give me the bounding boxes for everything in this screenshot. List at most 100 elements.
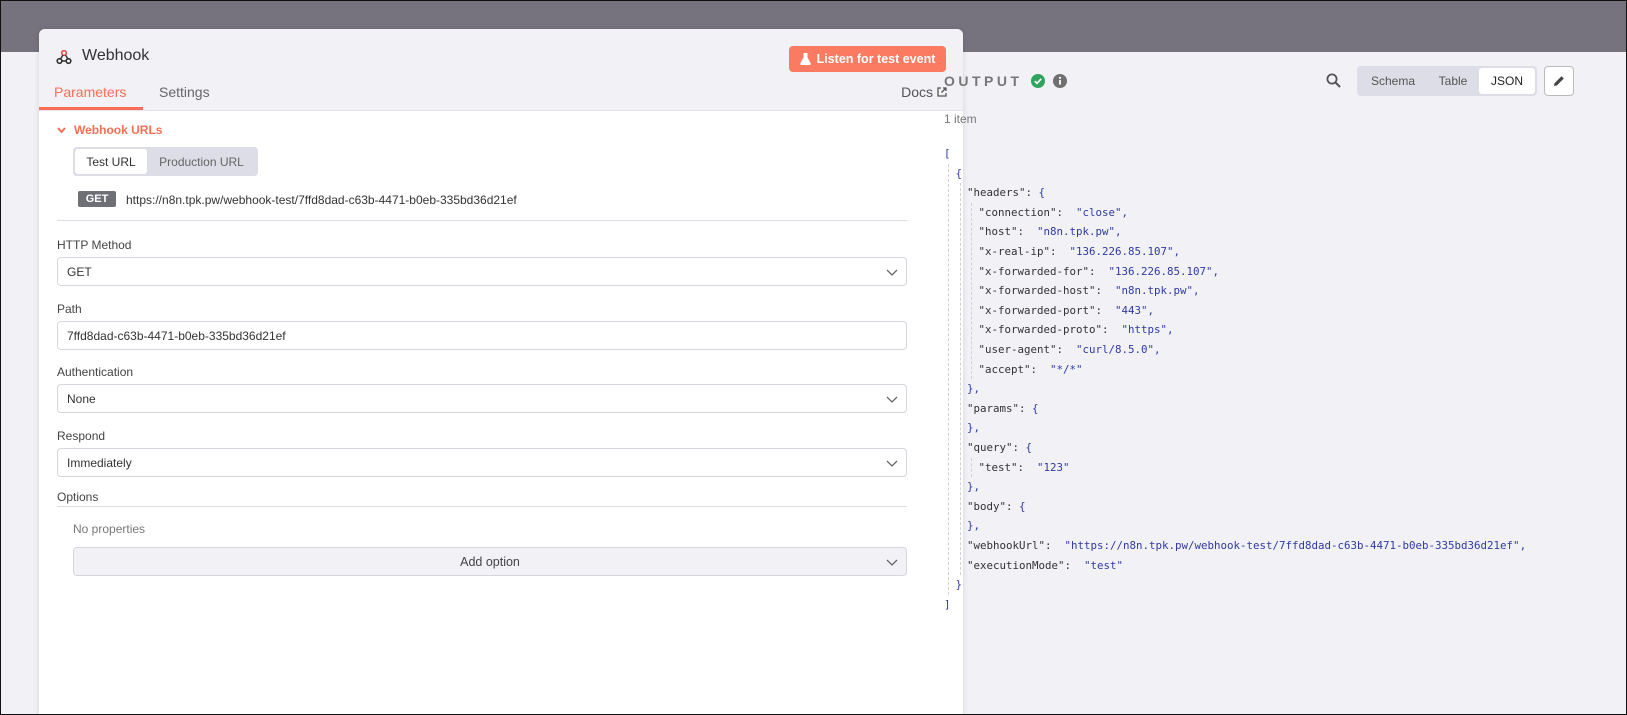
json-line: "query": { bbox=[967, 438, 1032, 458]
json-value: "443" bbox=[1115, 303, 1148, 317]
output-title: OUTPUT bbox=[944, 73, 1023, 89]
json-punctuation: , bbox=[1212, 264, 1220, 278]
divider bbox=[57, 220, 907, 221]
webhook-icon bbox=[56, 49, 72, 65]
json-punctuation: } bbox=[955, 578, 963, 592]
chevron-down-icon bbox=[886, 559, 898, 566]
chevron-down-icon bbox=[886, 460, 898, 467]
test-url-option[interactable]: Test URL bbox=[75, 149, 147, 174]
json-value: "*/*" bbox=[1050, 362, 1083, 376]
json-line: "x-real-ip": "136.226.85.107", bbox=[979, 242, 1181, 262]
view-schema-option[interactable]: Schema bbox=[1359, 68, 1427, 94]
json-line: }, bbox=[967, 379, 980, 399]
view-table-option[interactable]: Table bbox=[1427, 68, 1479, 94]
json-colon: : bbox=[1045, 539, 1065, 552]
method-badge: GET bbox=[78, 191, 116, 207]
json-line: }, bbox=[967, 418, 980, 438]
json-value: "n8n.tpk.pw" bbox=[1115, 284, 1194, 298]
json-colon: : bbox=[1017, 460, 1038, 474]
json-key: "headers" bbox=[967, 186, 1026, 200]
json-key: "body" bbox=[967, 499, 1007, 513]
no-properties-text: No properties bbox=[73, 522, 146, 536]
json-punctuation: { bbox=[1038, 186, 1046, 200]
json-key: "webhookUrl" bbox=[967, 539, 1046, 552]
app-window: Webhook Listen for test event Parameters… bbox=[0, 0, 1627, 715]
respond-select[interactable]: Immediately bbox=[57, 448, 907, 477]
respond-label: Respond bbox=[57, 429, 106, 443]
json-key: "host" bbox=[978, 225, 1018, 239]
json-line: "x-forwarded-for": "136.226.85.107", bbox=[979, 262, 1220, 282]
respond-value: Immediately bbox=[67, 455, 132, 470]
json-key: "connection" bbox=[978, 205, 1057, 219]
http-method-label: HTTP Method bbox=[57, 238, 132, 252]
item-count: 1 item bbox=[944, 112, 977, 126]
authentication-value: None bbox=[67, 391, 96, 406]
edit-output-button[interactable] bbox=[1544, 66, 1574, 96]
json-punctuation: , bbox=[1519, 539, 1527, 552]
json-value: "136.226.85.107" bbox=[1069, 245, 1174, 258]
json-colon: : bbox=[1089, 264, 1109, 278]
add-option-label: Add option bbox=[460, 554, 520, 569]
docs-link[interactable]: Docs bbox=[901, 84, 947, 100]
webhook-urls-label: Webhook URLs bbox=[74, 123, 163, 137]
webhook-urls-toggle[interactable]: Webhook URLs bbox=[57, 123, 162, 137]
tab-parameters[interactable]: Parameters bbox=[54, 84, 126, 100]
json-colon: : bbox=[1095, 303, 1116, 317]
search-icon[interactable] bbox=[1326, 73, 1341, 88]
json-colon: : bbox=[1064, 558, 1085, 572]
node-parameters-panel: Webhook Listen for test event Parameters… bbox=[39, 29, 963, 714]
json-punctuation: ] bbox=[944, 597, 951, 611]
json-value: "https://n8n.tpk.pw/webhook-test/7ffd8da… bbox=[1064, 539, 1520, 552]
json-line: "connection": "close", bbox=[979, 203, 1129, 223]
json-punctuation: }, bbox=[967, 519, 981, 533]
json-indent-guide bbox=[959, 183, 961, 576]
json-colon: : bbox=[1056, 343, 1077, 356]
json-indent-guide bbox=[948, 163, 949, 595]
json-punctuation: , bbox=[1115, 225, 1122, 239]
json-indent-guide bbox=[971, 457, 972, 478]
listen-for-test-event-button[interactable]: Listen for test event bbox=[789, 46, 946, 72]
json-line: "headers": { bbox=[967, 183, 1045, 203]
tab-settings[interactable]: Settings bbox=[159, 84, 210, 100]
json-line: "x-forwarded-host": "n8n.tpk.pw", bbox=[979, 281, 1200, 301]
json-line: "x-forwarded-proto": "https", bbox=[979, 320, 1174, 340]
json-punctuation: , bbox=[1173, 245, 1181, 258]
json-punctuation: { bbox=[1032, 401, 1039, 415]
json-key: "x-forwarded-proto" bbox=[978, 323, 1103, 337]
json-line: "params": { bbox=[967, 399, 1039, 419]
json-line: "body": { bbox=[967, 497, 1026, 517]
json-line: "user-agent": "curl/8.5.0", bbox=[979, 340, 1161, 360]
path-input[interactable]: 7ffd8dad-c63b-4471-b0eb-335bd36d21ef bbox=[57, 321, 907, 350]
json-punctuation: }, bbox=[967, 382, 981, 396]
json-key: "x-forwarded-port" bbox=[978, 303, 1096, 317]
json-line: "test": "123" bbox=[979, 458, 1070, 478]
json-line: }, bbox=[967, 477, 980, 497]
webhook-url-text[interactable]: https://n8n.tpk.pw/webhook-test/7ffd8dad… bbox=[126, 193, 517, 207]
add-option-button[interactable]: Add option bbox=[73, 547, 907, 576]
json-value: "123" bbox=[1037, 460, 1070, 474]
json-punctuation: , bbox=[1193, 284, 1200, 298]
listen-button-label: Listen for test event bbox=[816, 52, 936, 66]
json-colon: : bbox=[1006, 499, 1020, 513]
authentication-label: Authentication bbox=[57, 365, 134, 379]
chevron-down-icon bbox=[886, 269, 898, 276]
info-icon[interactable] bbox=[1052, 74, 1067, 88]
options-label: Options bbox=[57, 490, 99, 504]
json-punctuation: { bbox=[1025, 441, 1033, 454]
docs-label: Docs bbox=[901, 84, 933, 100]
view-json-option[interactable]: JSON bbox=[1479, 68, 1535, 94]
json-punctuation: , bbox=[1147, 303, 1155, 317]
active-tab-indicator bbox=[39, 107, 143, 110]
json-line: ] bbox=[944, 595, 951, 615]
json-punctuation: { bbox=[955, 166, 963, 180]
chevron-down-icon bbox=[57, 126, 66, 134]
production-url-option[interactable]: Production URL bbox=[147, 149, 256, 174]
json-colon: : bbox=[1019, 401, 1033, 415]
json-punctuation: , bbox=[1121, 205, 1129, 219]
json-value: "curl/8.5.0" bbox=[1076, 343, 1155, 356]
json-punctuation: { bbox=[1019, 499, 1026, 513]
authentication-select[interactable]: None bbox=[57, 384, 907, 413]
http-method-select[interactable]: GET bbox=[57, 257, 907, 286]
json-value: "n8n.tpk.pw" bbox=[1037, 225, 1116, 239]
json-colon: : bbox=[1030, 362, 1051, 376]
